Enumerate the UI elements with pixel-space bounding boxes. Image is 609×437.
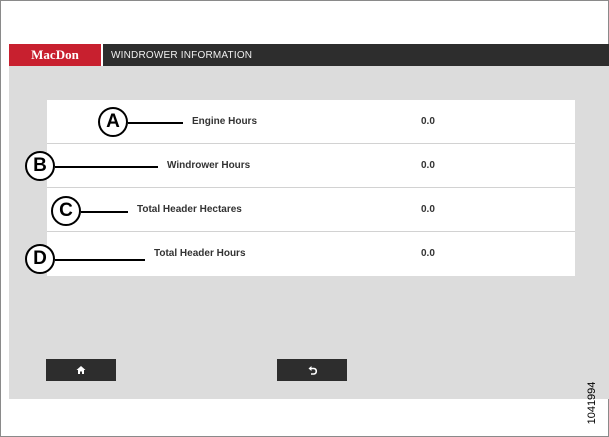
callout-c-leader — [81, 211, 128, 213]
total-header-hectares-label: Total Header Hectares — [137, 204, 242, 215]
back-button[interactable] — [277, 359, 347, 381]
callout-a-leader — [128, 122, 183, 124]
total-header-hours-label: Total Header Hours — [154, 248, 246, 259]
total-header-hectares-value: 0.0 — [421, 204, 435, 215]
callout-d: D — [25, 244, 55, 274]
figure-id: 1041994 — [584, 373, 600, 433]
engine-hours-label: Engine Hours — [192, 116, 258, 127]
brand-logo: MacDon — [9, 44, 103, 66]
title-bar: MacDon WINDROWER INFORMATION — [9, 44, 609, 66]
figure-frame: MacDon WINDROWER INFORMATION Engine Hour… — [0, 0, 609, 437]
info-row-total-header-hours: Total Header Hours 0.0 — [47, 232, 575, 276]
callout-d-leader — [55, 259, 145, 261]
windrower-hours-label: Windrower Hours — [167, 160, 251, 171]
windrower-hours-value: 0.0 — [421, 160, 435, 171]
display-screen: MacDon WINDROWER INFORMATION Engine Hour… — [9, 44, 609, 399]
page-title: WINDROWER INFORMATION — [111, 49, 253, 61]
callout-b-leader — [55, 166, 158, 168]
home-icon — [76, 365, 86, 375]
callout-c: C — [51, 196, 81, 226]
info-row-total-header-hectares: Total Header Hectares 0.0 — [47, 188, 575, 232]
back-arrow-icon — [307, 365, 318, 375]
figure-id-text: 1041994 — [586, 381, 598, 425]
home-button[interactable] — [46, 359, 116, 381]
callout-b: B — [25, 151, 55, 181]
total-header-hours-value: 0.0 — [421, 248, 435, 259]
callout-a: A — [98, 107, 128, 137]
engine-hours-value: 0.0 — [421, 116, 435, 127]
